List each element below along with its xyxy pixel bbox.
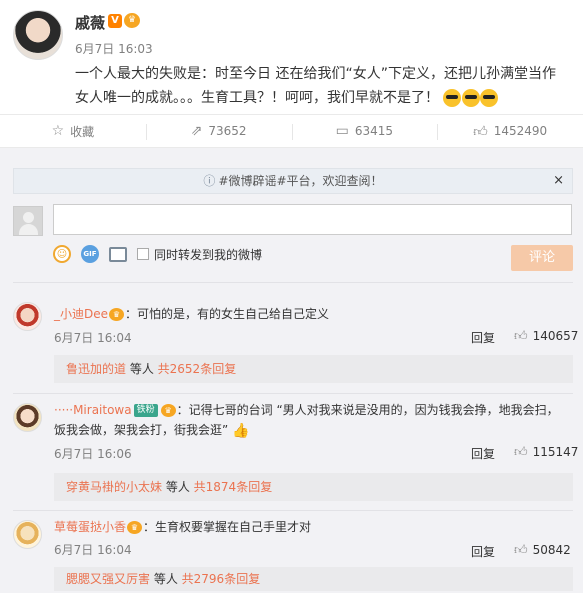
submit-comment-button[interactable]: 评论 (511, 245, 573, 271)
divider (13, 393, 573, 394)
comment-like-count: 115147 (532, 445, 579, 459)
comment-button[interactable]: ▭ 63415 (291, 115, 438, 147)
reply-mid: 等人 (126, 362, 158, 376)
fan-badge: 铁粉 (133, 404, 158, 417)
gif-icon[interactable]: GIF (81, 245, 99, 263)
reply-mid: 等人 (162, 480, 194, 494)
comment-input[interactable] (53, 204, 572, 235)
comment-time[interactable]: 6月7日 16:04 (54, 541, 132, 558)
commenter-avatar[interactable] (13, 302, 42, 331)
reply-mid: 等人 (150, 572, 182, 586)
repost-icon: ⇗ (190, 123, 203, 139)
vip-crown-icon: ♛ (109, 308, 125, 321)
comment-icon: ▭ (335, 123, 349, 139)
favorite-button[interactable]: ☆ 收藏 (0, 115, 146, 147)
reply-button[interactable]: 回复 (471, 329, 495, 346)
like-button[interactable]: 👍︎ 1452490 (437, 115, 583, 147)
post-action-bar: ☆ 收藏 ⇗ 73652 ▭ 63415 👍︎ 1452490 (0, 114, 583, 148)
comment-like-count: 140657 (532, 329, 579, 343)
commenter-avatar[interactable] (13, 520, 42, 549)
reply-count[interactable]: 共2652条回复 (158, 362, 237, 376)
reply-user[interactable]: 腮腮又强又厉害 (66, 572, 150, 586)
commenter-avatar[interactable] (13, 403, 42, 432)
vip-crown-icon: ♛ (160, 404, 176, 417)
info-icon: ⓘ (203, 174, 216, 188)
reply-summary[interactable]: 鲁迅加的道 等人 共2652条回复 (54, 355, 573, 383)
my-avatar (13, 206, 43, 236)
comment-time[interactable]: 6月7日 16:04 (54, 329, 132, 346)
reply-summary[interactable]: 穿黄马褂的小太妹 等人 共1874条回复 (54, 473, 573, 501)
comment-panel: ⓘ #微博辟谣#平台，欢迎查阅！ × ☺ GIF 同时转发到我的微博 评论 _小迪… (0, 148, 583, 593)
repost-checkbox-label[interactable]: 同时转发到我的微博 (154, 246, 262, 263)
comment-body: _小迪Dee ♛ ：可怕的是，有的女生自己给自己定义 (54, 304, 569, 324)
reply-summary[interactable]: 腮腮又强又厉害 等人 共2796条回复 (54, 567, 573, 591)
sunglasses-emoji-group (443, 86, 499, 110)
commenter-name[interactable]: 草莓蛋挞小香 (54, 520, 126, 534)
close-icon[interactable]: × (553, 169, 564, 193)
comment-body: ·····Miraitowa 铁粉 ♛ ：记得七哥的台词 “男人对我来说是没用的，因为… (54, 400, 569, 441)
favorite-label: 收藏 (70, 124, 95, 139)
thumbs-up-icon: 👍︎ (514, 329, 528, 344)
sunglasses-emoji-icon (443, 89, 462, 107)
comment-body: 草莓蛋挞小香 ♛ ：生育权要掌握在自己手里才对 (54, 517, 569, 537)
repost-checkbox[interactable] (137, 248, 149, 260)
reply-user[interactable]: 鲁迅加的道 (66, 362, 126, 376)
comment-item: ·····Miraitowa 铁粉 ♛ ：记得七哥的台词 “男人对我来说是没用的，因为… (0, 395, 583, 505)
comment-count: 63415 (354, 124, 394, 138)
comment-like-button[interactable]: 👍︎ 115147 (514, 445, 578, 460)
divider (13, 510, 573, 511)
comment-like-count: 50842 (532, 543, 571, 557)
reply-user[interactable]: 穿黄马褂的小太妹 (66, 480, 162, 494)
author-name[interactable]: 戚薇 (75, 12, 105, 33)
weibo-post: 戚薇 V ♛ 6月7日 16:03 一个人最大的失败是：时至今日 还在给我们“女… (0, 0, 583, 112)
verified-icon: V (108, 14, 122, 28)
rumor-notice-banner[interactable]: ⓘ #微博辟谣#平台，欢迎查阅！ × (13, 168, 573, 194)
post-text: 一个人最大的失败是：时至今日 还在给我们“女人”下定义，还把儿孙满堂当作女人唯一… (75, 62, 565, 110)
thumbs-up-emoji-icon: 👍 (232, 422, 250, 439)
composer-tools: ☺ GIF 同时转发到我的微博 (53, 243, 262, 265)
emoji-picker-icon[interactable]: ☺ (53, 245, 71, 263)
commenter-name[interactable]: _小迪Dee (54, 307, 108, 321)
thumbs-up-icon: 👍︎ (514, 543, 528, 558)
author-avatar[interactable] (13, 10, 63, 60)
reply-count[interactable]: 共2796条回复 (182, 572, 261, 586)
comment-like-button[interactable]: 👍︎ 140657 (514, 329, 578, 344)
comment-like-button[interactable]: 👍︎ 50842 (514, 543, 571, 558)
image-upload-icon[interactable] (109, 246, 127, 262)
sunglasses-emoji-icon (480, 89, 499, 107)
thumbs-up-icon: 👍︎ (514, 445, 528, 460)
reply-count[interactable]: 共1874条回复 (194, 480, 273, 494)
commenter-name[interactable]: ·····Miraitowa (54, 403, 132, 417)
vip-crown-icon: ♛ (127, 521, 143, 534)
vip-crown-icon[interactable]: ♛ (124, 13, 140, 28)
comment-text: ：生育权要掌握在自己手里才对 (143, 520, 312, 534)
repost-button[interactable]: ⇗ 73652 (145, 115, 292, 147)
sunglasses-emoji-icon (461, 89, 480, 107)
post-time[interactable]: 6月7日 16:03 (75, 40, 153, 57)
reply-button[interactable]: 回复 (471, 445, 495, 462)
thumbs-up-icon: 👍︎ (473, 123, 488, 140)
divider (13, 282, 573, 283)
notice-text: #微博辟谣#平台，欢迎查阅！ (218, 174, 383, 188)
repost-count: 73652 (208, 124, 247, 138)
comment-time[interactable]: 6月7日 16:06 (54, 445, 132, 462)
like-count: 1452490 (493, 124, 548, 138)
star-icon: ☆ (51, 123, 65, 139)
comment-item: _小迪Dee ♛ ：可怕的是，有的女生自己给自己定义 6月7日 16:04 回复 👍… (0, 294, 583, 384)
comment-text: ：可怕的是，有的女生自己给自己定义 (125, 307, 330, 321)
reply-button[interactable]: 回复 (471, 543, 495, 560)
comment-item: 草莓蛋挞小香 ♛ ：生育权要掌握在自己手里才对 6月7日 16:04 回复 👍︎ 50… (0, 512, 583, 593)
